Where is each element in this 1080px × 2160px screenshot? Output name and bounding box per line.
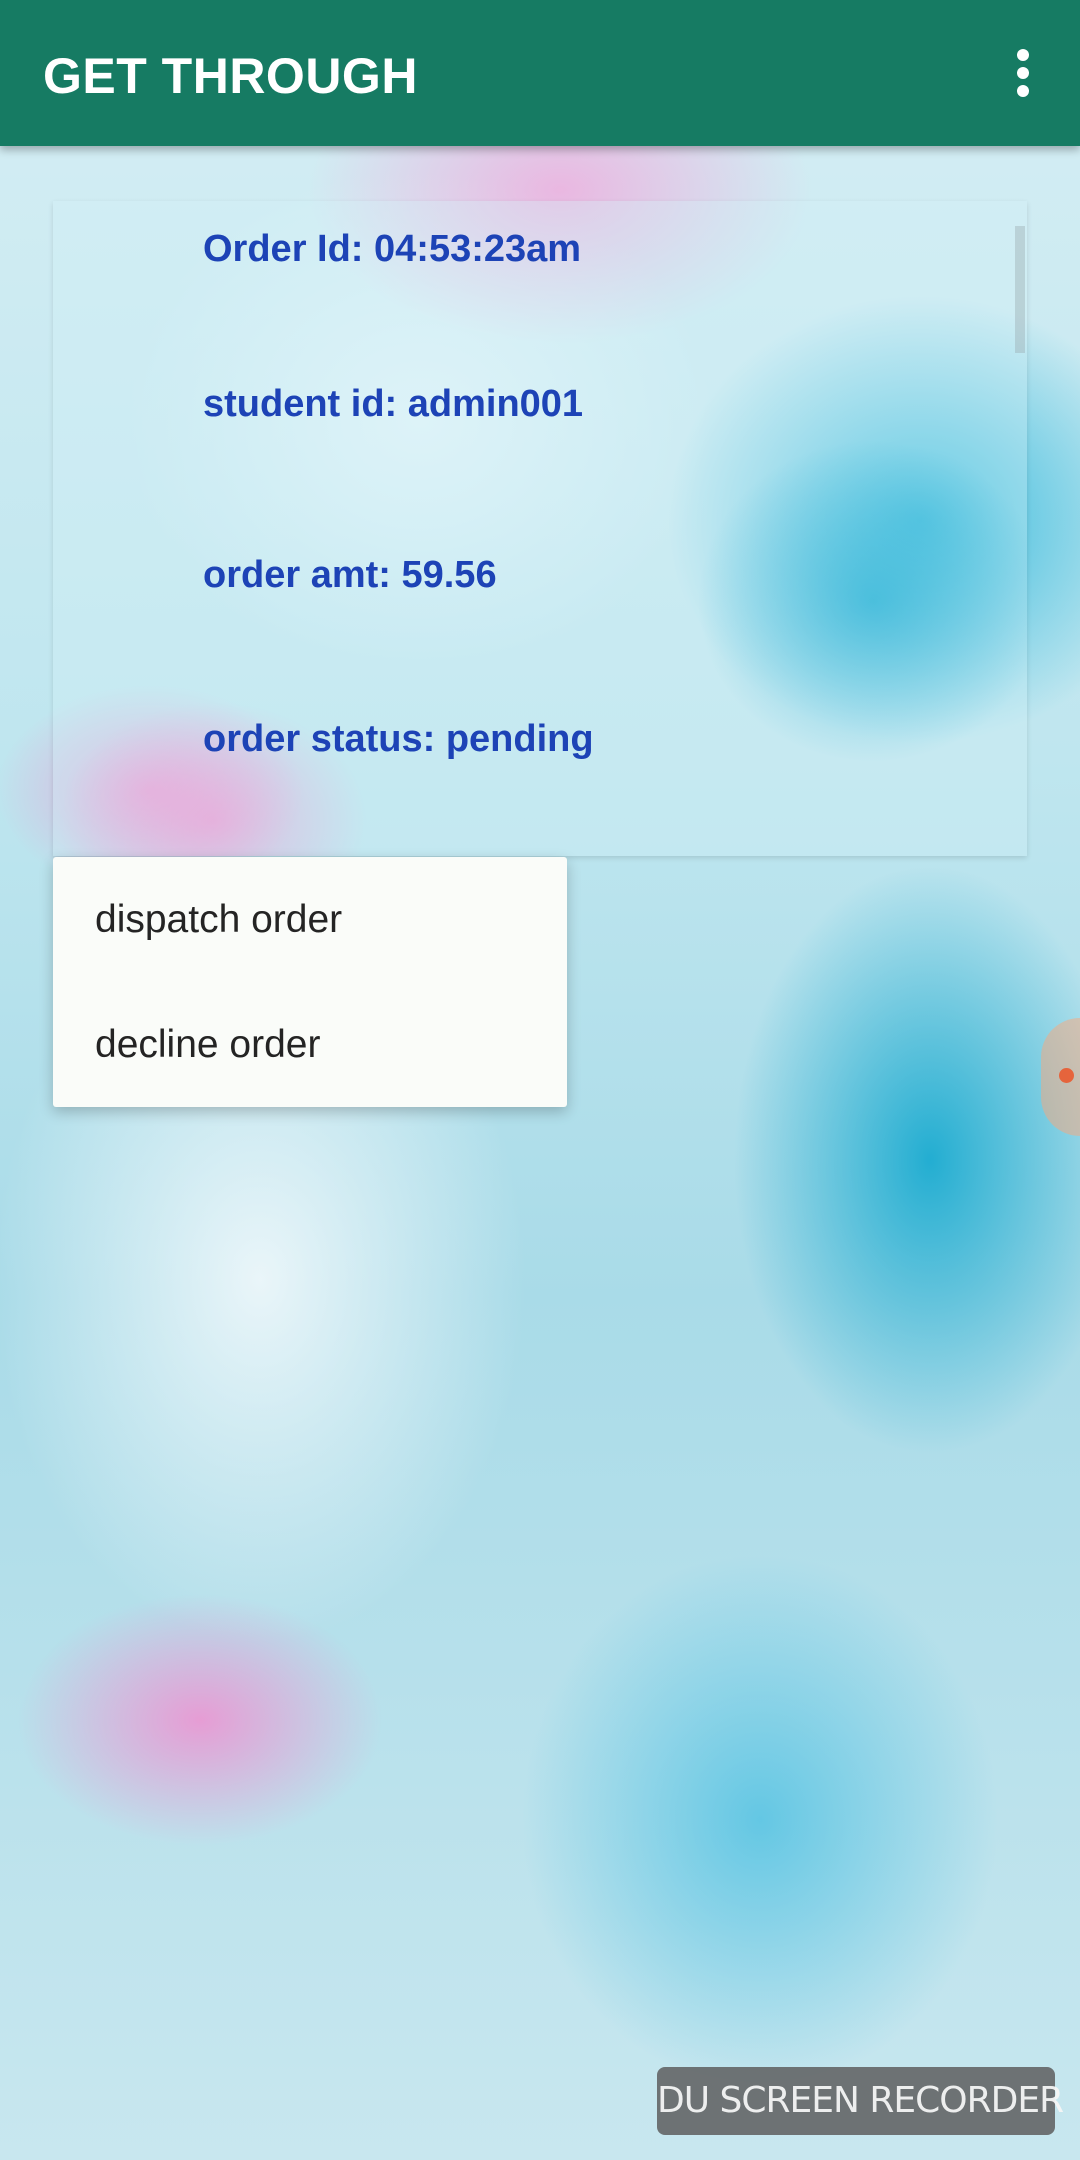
dispatch-order-menu-item[interactable]: dispatch order [53, 857, 567, 982]
screen-recorder-floating-handle[interactable] [1041, 1018, 1080, 1136]
decline-order-label: decline order [95, 1022, 321, 1066]
order-amount-text: order amt: 59.56 [203, 554, 497, 596]
overflow-menu-button[interactable] [1000, 45, 1046, 101]
order-card[interactable]: Order Id: 04:53:23am student id: admin00… [53, 201, 1027, 856]
dispatch-order-label: dispatch order [95, 897, 343, 941]
order-status-text: order status: pending [203, 718, 594, 760]
app-screen: GET THROUGH Order Id: 04:53:23am student… [0, 0, 1080, 2160]
vertical-ellipsis-icon [1017, 49, 1029, 97]
decline-order-menu-item[interactable]: decline order [53, 982, 567, 1107]
order-action-menu: dispatch order decline order [53, 857, 567, 1107]
order-card-scrollbar[interactable] [1015, 226, 1025, 353]
student-id-text: student id: admin001 [203, 383, 584, 425]
app-bar: GET THROUGH [0, 0, 1080, 146]
order-id-text: Order Id: 04:53:23am [203, 228, 582, 270]
screen-recorder-watermark: DU SCREEN RECORDER [657, 2067, 1064, 2135]
app-title: GET THROUGH [43, 48, 418, 104]
record-dot-icon [1059, 1068, 1074, 1083]
